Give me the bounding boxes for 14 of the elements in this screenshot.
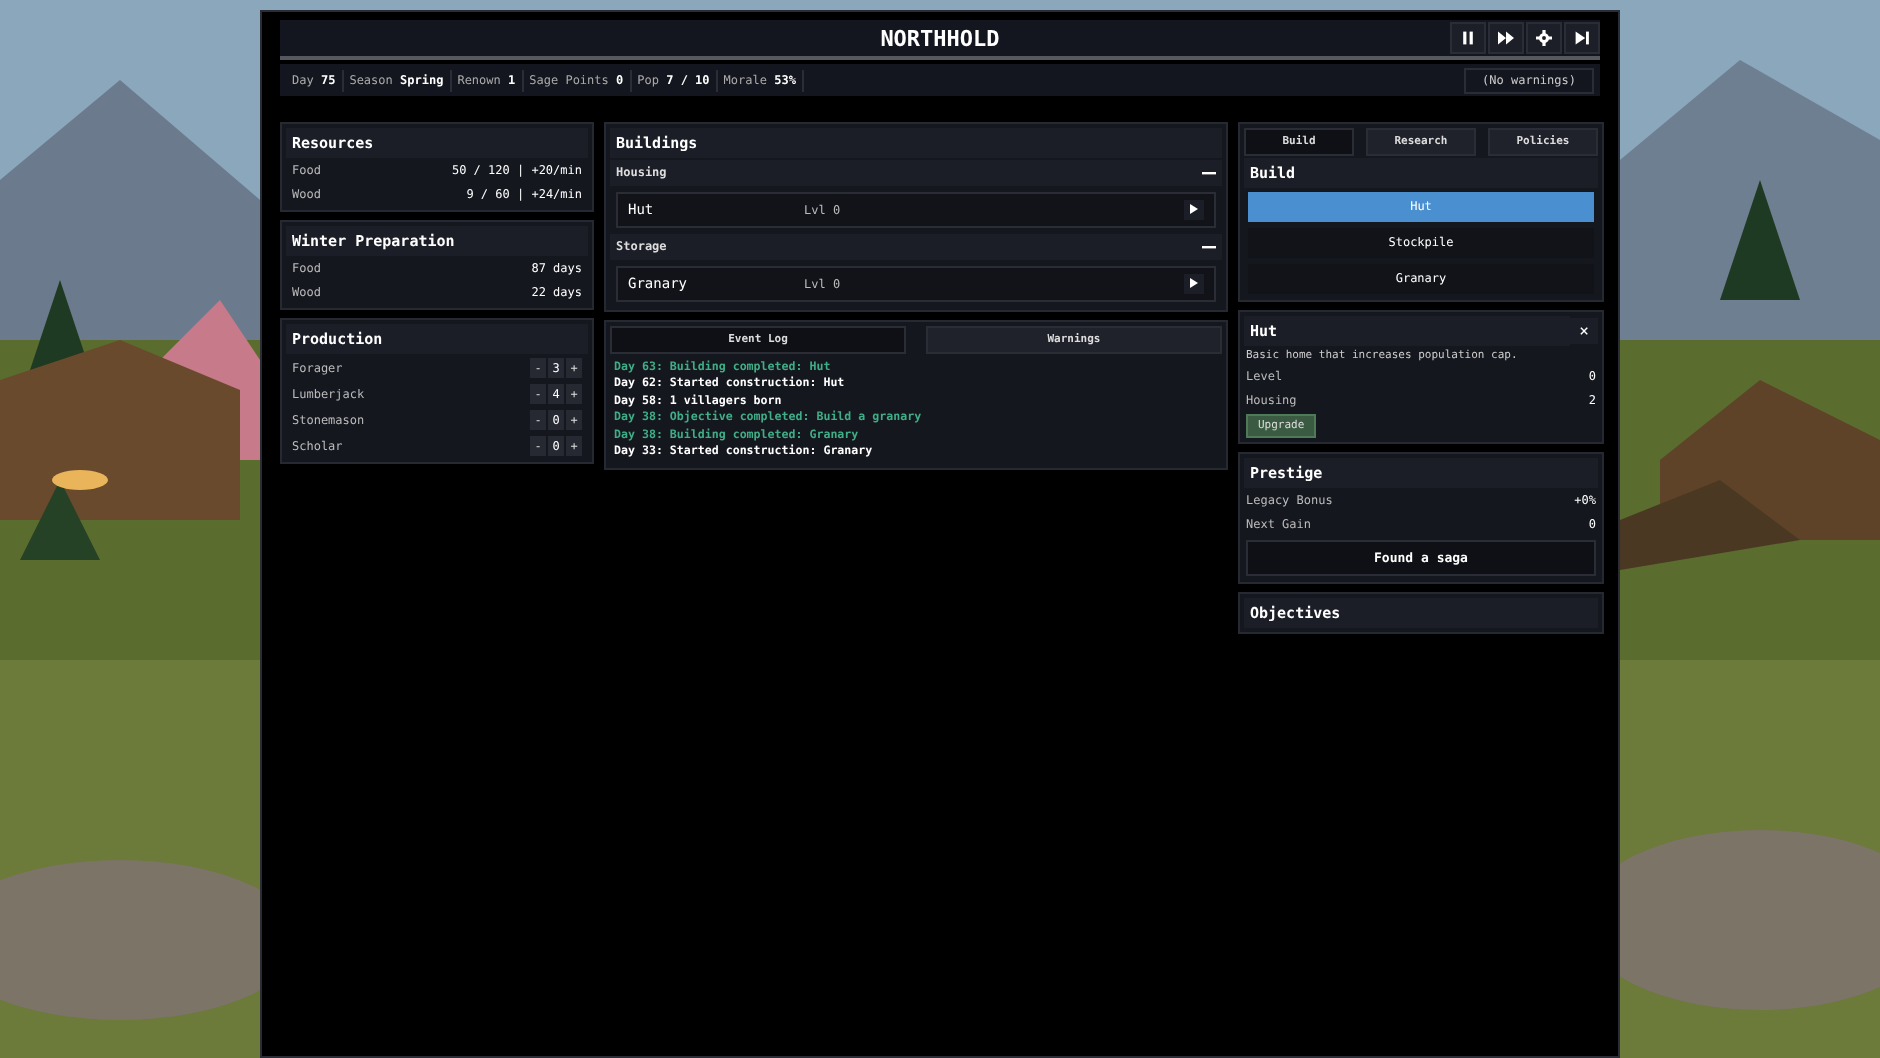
pause-button[interactable] <box>1450 22 1486 54</box>
fast-forward-icon <box>1498 30 1514 46</box>
skip-button[interactable] <box>1564 22 1600 54</box>
settings-icon <box>1536 30 1552 46</box>
play-icon[interactable] <box>1184 274 1204 294</box>
fast-button[interactable] <box>1488 22 1524 54</box>
play-icon[interactable] <box>1184 200 1204 220</box>
settings-button[interactable] <box>1526 22 1562 54</box>
skip-icon <box>1574 30 1590 46</box>
collapse-icon[interactable] <box>1202 166 1216 180</box>
collapse-icon[interactable] <box>1202 240 1216 254</box>
pause-icon <box>1460 30 1476 46</box>
game-title: NORTHHOLD <box>880 25 1000 51</box>
close-button[interactable]: × <box>1570 318 1598 344</box>
